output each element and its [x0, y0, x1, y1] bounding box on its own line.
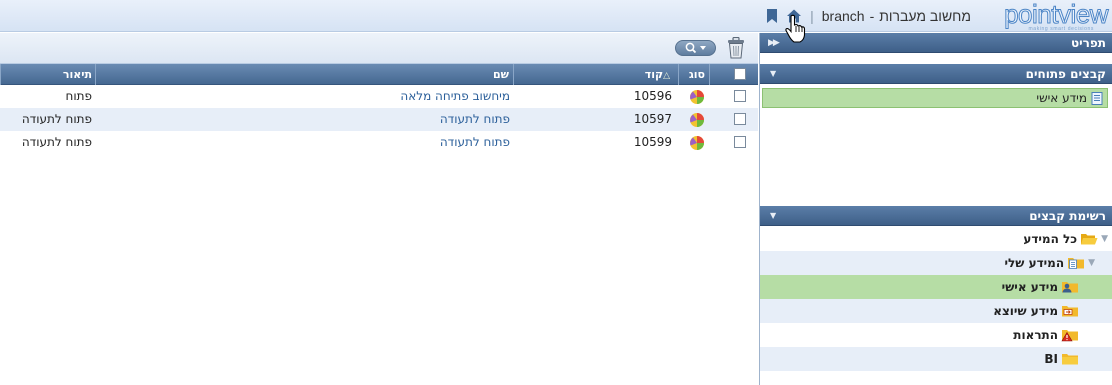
tree-item-all-info[interactable]: ▼ כל המידע — [760, 227, 1112, 251]
app-name: מחשוב מעברות — [879, 8, 971, 24]
bookmark-icon[interactable] — [766, 8, 778, 24]
folder-export-icon — [1062, 306, 1078, 317]
cell-description: פתוח — [65, 89, 93, 103]
cell-code: 10599 — [633, 135, 672, 149]
file-grid-panel: תיאור שם קוד△ סוג פתוח מיחשוב פתיחה מלאה… — [0, 33, 758, 385]
title-separator: - — [869, 8, 875, 24]
pie-chart-icon — [690, 136, 704, 150]
tree-item-label: BI — [1044, 352, 1058, 366]
document-icon — [1091, 91, 1103, 105]
expand-triangle-icon[interactable]: ▼ — [1101, 234, 1108, 244]
sort-ascending-icon: △ — [663, 71, 670, 81]
column-label: שם — [492, 68, 509, 81]
row-checkbox[interactable] — [734, 90, 746, 102]
folder-icon — [1062, 354, 1078, 365]
expand-triangle-icon[interactable]: ▼ — [1088, 258, 1095, 268]
cell-code: 10597 — [633, 112, 672, 126]
files-list-panel-header[interactable]: רשימת קבצים ▼ — [760, 206, 1112, 226]
cell-name-link[interactable]: פתוח לתעודה — [95, 108, 510, 131]
collapse-arrow-icon[interactable]: ▼ — [770, 64, 776, 84]
trash-icon[interactable] — [727, 37, 745, 59]
column-header-type[interactable]: סוג — [678, 64, 709, 85]
page-title: מחשוב מעברות - branch | — [762, 7, 971, 25]
folder-documents-icon — [1068, 258, 1085, 269]
brand-name: pointview — [1004, 0, 1109, 29]
home-icon[interactable] — [786, 8, 802, 24]
tree-item-label: מידע שיוצא — [993, 304, 1058, 318]
select-all-checkbox[interactable] — [734, 68, 746, 80]
pie-chart-icon — [690, 113, 704, 127]
panel-gap — [760, 53, 1112, 64]
tree-item-alerts[interactable]: התראות — [760, 323, 1112, 347]
grid-toolbar — [0, 33, 758, 64]
search-button[interactable] — [675, 40, 716, 56]
table-row[interactable]: פתוח לתעודה פתוח לתעודה 10597 — [0, 108, 758, 131]
tree-item-label: כל המידע — [1023, 232, 1078, 246]
top-bar: pointview making smart decisions מחשוב מ… — [0, 0, 1112, 32]
brand-tagline: making smart decisions — [1028, 26, 1094, 32]
grid-header: תיאור שם קוד△ סוג — [0, 64, 758, 85]
search-icon — [685, 42, 706, 54]
files-tree: ▼ כל המידע ▼ המידע שלי מידע אישי מידע שי… — [760, 226, 1112, 371]
cell-description: פתוח לתעודה — [21, 112, 92, 126]
column-header-code[interactable]: קוד△ — [513, 64, 678, 85]
open-files-panel-header[interactable]: קבצים פתוחים ▼ — [760, 64, 1112, 84]
tree-item-label: התראות — [1013, 328, 1058, 342]
column-label: סוג — [688, 68, 705, 81]
row-checkbox[interactable] — [734, 136, 746, 148]
files-list-title: רשימת קבצים — [1029, 209, 1106, 223]
column-header-name[interactable]: שם — [95, 64, 513, 85]
cell-description: פתוח לתעודה — [21, 135, 92, 149]
column-label: תיאור — [62, 68, 92, 81]
table-row[interactable]: פתוח לתעודה פתוח לתעודה 10599 — [0, 131, 758, 154]
collapse-arrow-icon[interactable]: ▼ — [770, 206, 776, 226]
column-header-description[interactable]: תיאור — [0, 64, 95, 85]
sidebar: תפריט ▶▶ קבצים פתוחים ▼ מידע אישי רשימת … — [759, 33, 1112, 385]
expand-icon[interactable]: ▶▶ — [768, 33, 780, 53]
open-file-item[interactable]: מידע אישי — [762, 88, 1108, 108]
branch-name: branch — [821, 8, 865, 24]
cell-name-link[interactable]: פתוח לתעודה — [95, 131, 510, 154]
tree-item-personal-info[interactable]: מידע אישי — [760, 275, 1112, 299]
table-row[interactable]: פתוח מיחשוב פתיחה מלאה 10596 — [0, 85, 758, 108]
column-label: קוד — [644, 68, 664, 81]
folder-warning-icon — [1061, 330, 1078, 342]
pie-chart-icon — [690, 90, 704, 104]
open-file-label: מידע אישי — [1036, 91, 1087, 105]
tree-item-outgoing-info[interactable]: מידע שיוצא — [760, 299, 1112, 323]
tree-item-label: המידע שלי — [1004, 256, 1065, 270]
cell-code: 10596 — [633, 89, 672, 103]
open-files-title: קבצים פתוחים — [1025, 67, 1106, 81]
open-files-list: מידע אישי — [760, 84, 1112, 206]
cell-name-link[interactable]: מיחשוב פתיחה מלאה — [95, 85, 510, 108]
title-divider: | — [810, 8, 814, 24]
folder-user-icon — [1062, 282, 1078, 293]
brand-logo: pointview making smart decisions — [980, 0, 1109, 32]
menu-title: תפריט — [1071, 36, 1106, 50]
folder-open-icon — [1081, 234, 1098, 245]
menu-panel-header[interactable]: תפריט ▶▶ — [760, 33, 1112, 53]
tree-item-my-info[interactable]: ▼ המידע שלי — [760, 251, 1112, 275]
tree-item-label: מידע אישי — [1001, 280, 1058, 294]
tree-item-bi[interactable]: BI — [760, 347, 1112, 371]
row-checkbox[interactable] — [734, 113, 746, 125]
